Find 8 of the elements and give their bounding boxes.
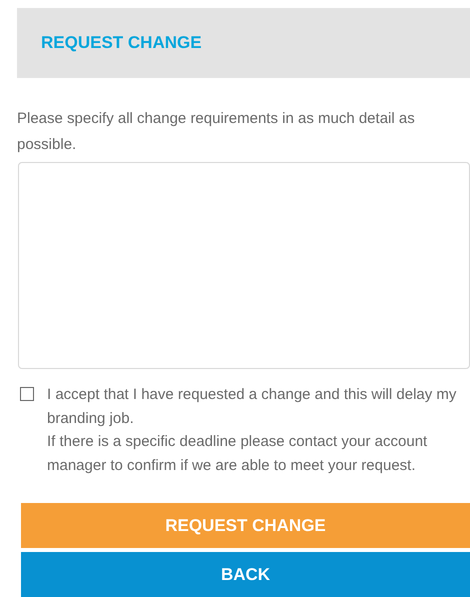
- instructions-text: Please specify all change requirements in as much detail as possible.: [17, 109, 416, 155]
- request-change-button[interactable]: REQUEST CHANGE: [21, 503, 470, 548]
- accept-label: I accept that I have requested a change and this will delay my branding job.: [47, 385, 458, 428]
- details-field[interactable]: [18, 162, 470, 369]
- accept-checkbox[interactable]: [20, 387, 34, 401]
- panel-title: REQUEST CHANGE: [41, 32, 202, 54]
- back-button[interactable]: BACK: [21, 552, 470, 597]
- deadline-note: If there is a specific deadline please contact your account manager to confirm if we are able to meet your request.: [47, 432, 428, 476]
